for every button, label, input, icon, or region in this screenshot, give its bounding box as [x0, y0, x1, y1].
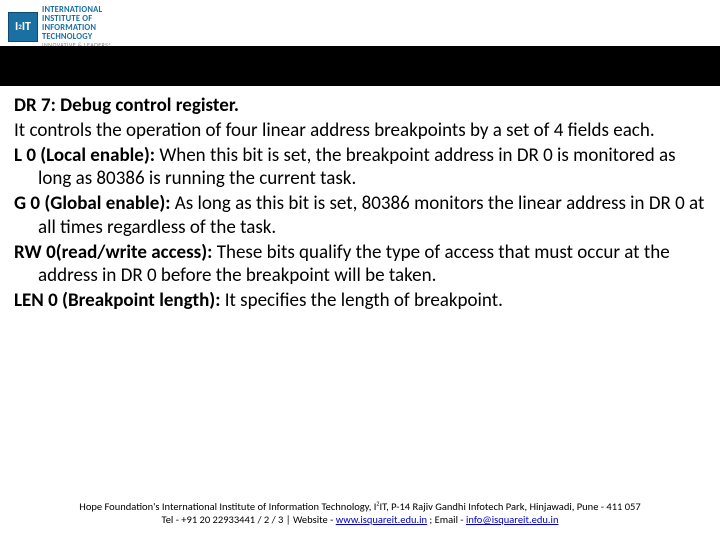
logo-mark: I2IT	[8, 12, 38, 42]
body-paragraph: RW 0(read/write access): These bits qual…	[14, 241, 706, 289]
body-paragraph: G 0 (Global enable): As long as this bit…	[14, 192, 706, 240]
slide-body: DR 7: Debug control register. It control…	[14, 94, 706, 314]
body-title: DR 7: Debug control register.	[14, 94, 706, 118]
website-link[interactable]: www.isquareit.edu.in	[336, 513, 427, 526]
footer-contact: Tel - +91 20 22933441 / 2 / 3 | Website …	[0, 513, 720, 526]
body-paragraph: L 0 (Local enable): When this bit is set…	[14, 144, 706, 192]
slide-footer: Hope Foundation's International Institut…	[0, 500, 720, 526]
footer-address: Hope Foundation's International Institut…	[0, 500, 720, 513]
institute-logo: I2IT INTERNATIONAL INSTITUTE OF INFORMAT…	[8, 6, 112, 48]
title-bar	[0, 46, 720, 86]
body-paragraph: LEN 0 (Breakpoint length): It specifies …	[14, 289, 706, 313]
body-paragraph: It controls the operation of four linear…	[14, 119, 706, 143]
logo-text: INTERNATIONAL INSTITUTE OF INFORMATION T…	[42, 6, 112, 48]
email-link[interactable]: info@isquareit.edu.in	[466, 513, 559, 526]
